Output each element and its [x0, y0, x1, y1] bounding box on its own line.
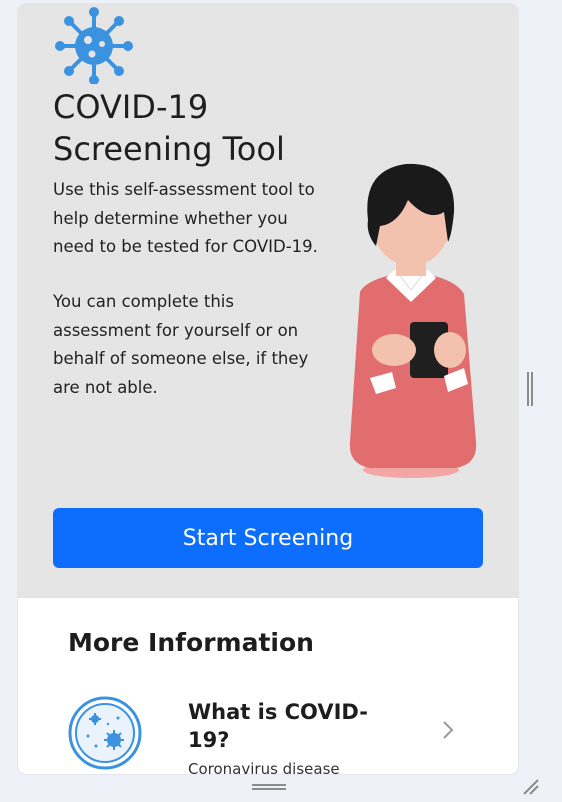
bottom-resize-handle[interactable] [252, 782, 286, 792]
corner-resize-handle[interactable] [520, 776, 540, 796]
side-resize-handle[interactable] [526, 372, 534, 406]
person-with-phone-illustration [349, 163, 477, 478]
virus-logo-icon [55, 7, 133, 84]
more-information-heading: More Information [68, 628, 314, 657]
hero-section: COVID-19 Screening Tool Use this self-as… [18, 4, 518, 598]
screening-panel: COVID-19 Screening Tool Use this self-as… [18, 4, 518, 774]
intro-paragraph: Use this self-assessment tool to help de… [53, 180, 318, 256]
page-title: COVID-19 Screening Tool [53, 88, 285, 168]
chevron-right-icon [443, 721, 454, 739]
behalf-paragraph: You can complete this assessment for you… [53, 292, 309, 397]
info-card-subtitle: Coronavirus disease [188, 760, 340, 774]
info-card-title: What is COVID-19? [188, 700, 368, 752]
virus-petri-icon [68, 696, 142, 770]
info-card-what-is-covid[interactable]: What is COVID-19? Coronavirus disease [18, 684, 518, 774]
start-screening-button[interactable]: Start Screening [53, 508, 483, 568]
